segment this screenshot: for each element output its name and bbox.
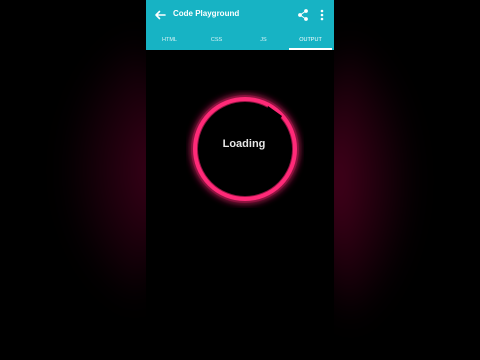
tab-js[interactable]: JS <box>240 30 287 50</box>
tab-output[interactable]: OUTPUT <box>287 30 334 50</box>
phone-screen: Code Playground HTML CSS JS OUTPUT Loadi… <box>146 0 334 360</box>
share-button[interactable] <box>297 8 309 22</box>
editor-tabs: HTML CSS JS OUTPUT <box>146 30 334 50</box>
tab-css[interactable]: CSS <box>193 30 240 50</box>
app-bar: Code Playground HTML CSS JS OUTPUT <box>146 0 334 50</box>
tab-html[interactable]: HTML <box>146 30 193 50</box>
back-button[interactable] <box>152 7 168 23</box>
tab-css-label: CSS <box>210 37 223 43</box>
share-icon <box>298 9 308 21</box>
tab-js-label: JS <box>260 37 267 43</box>
arrow-back-icon <box>155 10 166 20</box>
loading-text: Loading <box>222 138 266 150</box>
app-title: Code Playground <box>173 9 240 18</box>
tab-output-label: OUTPUT <box>299 37 322 43</box>
more-options-button[interactable] <box>317 8 327 22</box>
tab-html-label: HTML <box>162 37 177 43</box>
toolbar: Code Playground <box>146 0 334 30</box>
more-vert-icon <box>320 9 324 21</box>
output-preview: Loading <box>146 50 334 360</box>
